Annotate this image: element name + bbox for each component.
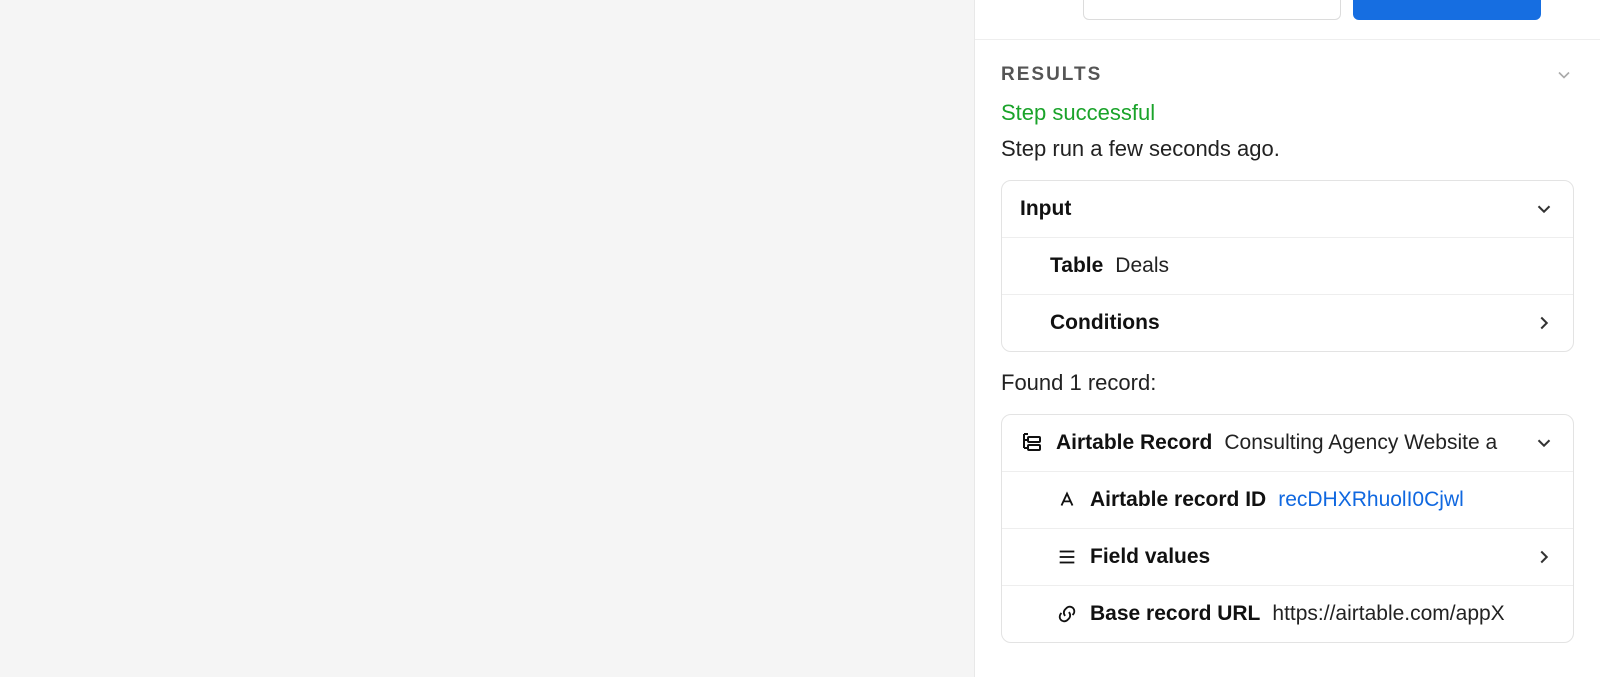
record-id-row[interactable]: Airtable record ID recDHXRhuolI0Cjwl — [1002, 471, 1573, 528]
record-header-row[interactable]: Airtable Record Consulting Agency Websit… — [1002, 415, 1573, 471]
record-id-label: Airtable record ID — [1090, 488, 1266, 512]
base-url-label: Base record URL — [1090, 602, 1260, 626]
step-status-success: Step successful — [1001, 100, 1574, 126]
link-icon — [1056, 603, 1078, 625]
results-panel: RESULTS Step successful Step run a few s… — [974, 0, 1600, 677]
input-header-row[interactable]: Input — [1002, 181, 1573, 237]
field-values-row[interactable]: Field values — [1002, 528, 1573, 585]
results-header-row[interactable]: RESULTS — [1001, 64, 1574, 86]
chevron-down-icon — [1533, 198, 1555, 220]
chevron-down-icon — [1533, 432, 1555, 454]
record-id-value[interactable]: recDHXRhuolI0Cjwl — [1278, 488, 1464, 512]
input-conditions-row[interactable]: Conditions — [1002, 294, 1573, 351]
conditions-label: Conditions — [1050, 311, 1160, 335]
record-card: Airtable Record Consulting Agency Websit… — [1001, 414, 1574, 643]
list-icon — [1056, 546, 1078, 568]
record-icon — [1020, 431, 1044, 455]
step-status-time: Step run a few seconds ago. — [1001, 136, 1574, 162]
primary-button-cutoff[interactable] — [1353, 0, 1541, 20]
chevron-right-icon — [1533, 546, 1555, 568]
input-card: Input Table Deals Conditions — [1001, 180, 1574, 352]
results-heading: RESULTS — [1001, 64, 1102, 86]
table-label: Table — [1050, 254, 1103, 278]
input-cutoff[interactable] — [1083, 0, 1341, 20]
base-url-row[interactable]: Base record URL https://airtable.com/app… — [1002, 585, 1573, 642]
found-records-text: Found 1 record: — [1001, 370, 1574, 396]
input-label: Input — [1020, 197, 1071, 221]
chevron-right-icon — [1533, 312, 1555, 334]
record-title-label: Airtable Record — [1056, 431, 1212, 455]
text-type-icon — [1056, 489, 1078, 511]
record-title-value: Consulting Agency Website a — [1224, 431, 1527, 455]
input-table-row[interactable]: Table Deals — [1002, 237, 1573, 294]
panel-top-cutoff — [975, 0, 1600, 40]
table-value: Deals — [1115, 254, 1169, 278]
base-url-value: https://airtable.com/appX — [1272, 602, 1555, 626]
chevron-down-icon — [1554, 65, 1574, 85]
field-values-label: Field values — [1090, 545, 1210, 569]
blank-canvas — [0, 0, 974, 677]
